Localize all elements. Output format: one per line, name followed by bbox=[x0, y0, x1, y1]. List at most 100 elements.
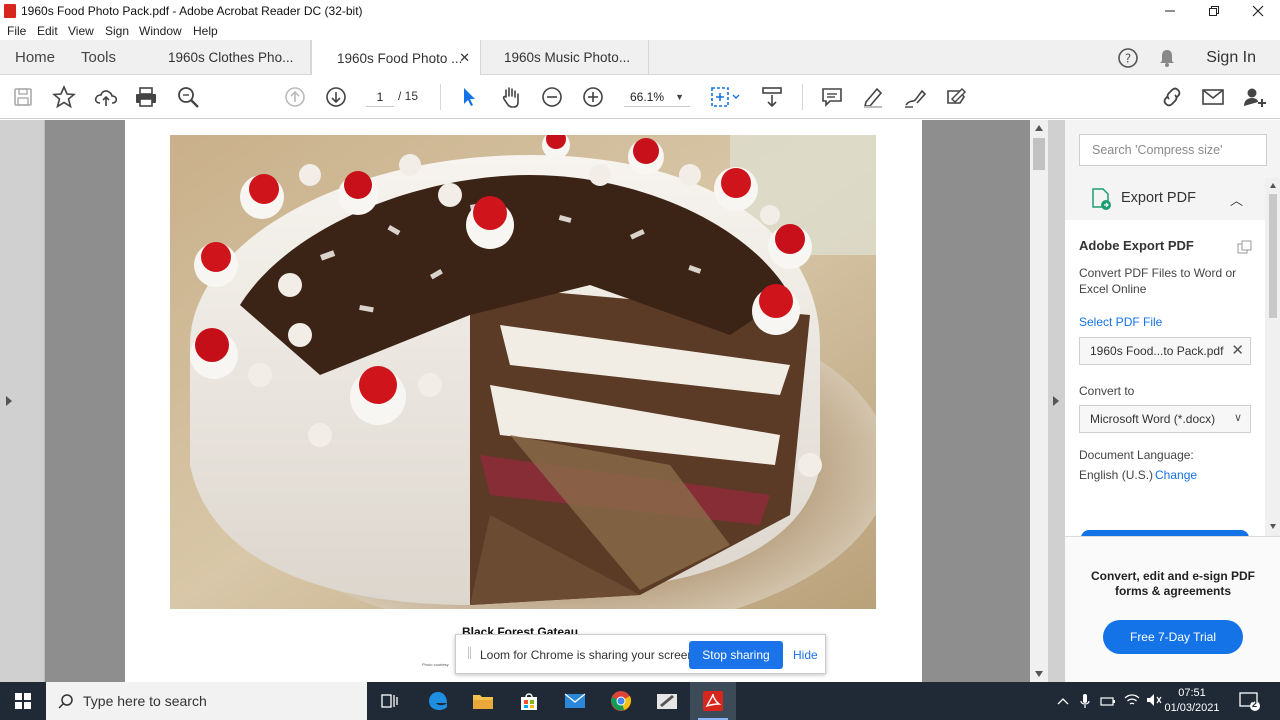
scroll-up-icon[interactable] bbox=[1269, 182, 1277, 190]
select-cursor-icon[interactable] bbox=[457, 85, 481, 109]
system-clock[interactable]: 07:51 01/03/2021 bbox=[1158, 686, 1226, 716]
edge-browser-icon[interactable] bbox=[415, 682, 461, 720]
toolbar-divider bbox=[440, 84, 441, 110]
scroll-up-icon[interactable] bbox=[1034, 124, 1044, 132]
file-explorer-icon[interactable] bbox=[460, 682, 506, 720]
export-pdf-header[interactable]: Export PDF ︿ bbox=[1065, 178, 1265, 218]
scroll-mode-icon[interactable] bbox=[760, 85, 784, 109]
sign-pen-icon[interactable] bbox=[902, 85, 926, 109]
loom-sharing-bar: ║ Loom for Chrome is sharing your screen… bbox=[455, 634, 826, 674]
chevron-up-icon[interactable]: ︿ bbox=[1230, 190, 1243, 209]
chevron-down-icon: ▼ bbox=[675, 92, 684, 102]
print-icon[interactable] bbox=[134, 85, 158, 109]
left-panel-toggle[interactable] bbox=[0, 120, 45, 682]
menu-file[interactable]: File bbox=[7, 24, 26, 38]
stop-sharing-button[interactable]: Stop sharing bbox=[689, 641, 783, 669]
convert-to-label: Convert to bbox=[1079, 384, 1135, 398]
share-link-icon[interactable] bbox=[1159, 85, 1183, 109]
wifi-icon[interactable] bbox=[1124, 693, 1140, 707]
remove-file-icon[interactable]: ✕ bbox=[1231, 341, 1244, 359]
highlight-pen-icon[interactable] bbox=[861, 85, 885, 109]
doc-tab-label: 1960s Music Photo... bbox=[504, 50, 631, 65]
fill-sign-icon[interactable] bbox=[944, 85, 968, 109]
hide-link[interactable]: Hide bbox=[793, 648, 818, 662]
menu-view[interactable]: View bbox=[68, 24, 94, 38]
previous-page-icon[interactable] bbox=[283, 85, 307, 109]
drag-handle-icon[interactable]: ║ bbox=[466, 648, 473, 659]
upload-cloud-icon[interactable] bbox=[93, 85, 117, 109]
scrollbar-thumb[interactable] bbox=[1033, 138, 1045, 170]
menu-window[interactable]: Window bbox=[139, 24, 182, 38]
hand-tool-icon[interactable] bbox=[499, 85, 523, 109]
clock-time: 07:51 bbox=[1178, 687, 1206, 699]
scroll-down-icon[interactable] bbox=[1269, 522, 1277, 530]
panel-description: Convert PDF Files to Word or Excel Onlin… bbox=[1079, 266, 1237, 296]
search-icon bbox=[58, 694, 73, 709]
tools-pane: Search 'Compress size' Export PDF ︿ Adob… bbox=[1064, 120, 1280, 682]
export-pdf-label: Export PDF bbox=[1121, 190, 1196, 206]
doc-tab-food[interactable]: 1960s Food Photo ... ✕ bbox=[311, 40, 481, 76]
notification-bell-icon[interactable] bbox=[1158, 48, 1176, 68]
store-icon[interactable] bbox=[506, 682, 552, 720]
loom-message: Loom for Chrome is sharing your screen. bbox=[480, 648, 698, 662]
restore-button[interactable] bbox=[1192, 0, 1236, 22]
export-pdf-icon bbox=[1092, 188, 1111, 210]
menu-sign[interactable]: Sign bbox=[105, 24, 129, 38]
comment-icon[interactable] bbox=[820, 85, 844, 109]
selected-file-field[interactable]: 1960s Food...to Pack.pdf ✕ bbox=[1079, 337, 1251, 365]
panel-scrollbar[interactable] bbox=[1265, 178, 1280, 536]
doc-tab-clothes[interactable]: 1960s Clothes Pho... bbox=[154, 40, 311, 75]
tab-home[interactable]: Home bbox=[15, 49, 55, 66]
tools-search-input[interactable]: Search 'Compress size' bbox=[1079, 134, 1267, 166]
tab-tools[interactable]: Tools bbox=[81, 49, 116, 66]
panel-title: Adobe Export PDF bbox=[1079, 238, 1194, 253]
window-title: 1960s Food Photo Pack.pdf - Adobe Acroba… bbox=[21, 4, 363, 18]
app-sign-icon[interactable] bbox=[644, 682, 690, 720]
zoom-level-select[interactable]: 66.1% ▼ bbox=[624, 87, 690, 107]
select-pdf-file-link[interactable]: Select PDF File bbox=[1079, 315, 1162, 329]
save-icon[interactable] bbox=[11, 85, 35, 109]
close-window-button[interactable] bbox=[1236, 0, 1280, 22]
zoom-in-icon[interactable] bbox=[581, 85, 605, 109]
bookmark-star-icon[interactable] bbox=[52, 85, 76, 109]
change-language-link[interactable]: Change bbox=[1155, 468, 1197, 482]
acrobat-taskbar-icon[interactable] bbox=[690, 682, 736, 720]
taskbar-search[interactable]: Type here to search bbox=[46, 682, 367, 720]
zoom-search-icon[interactable] bbox=[176, 85, 200, 109]
taskbar: Type here to search 07:51 01/03/2021 2 bbox=[0, 682, 1280, 720]
scrollbar-thumb[interactable] bbox=[1269, 194, 1277, 318]
zoom-out-icon[interactable] bbox=[540, 85, 564, 109]
battery-icon[interactable] bbox=[1100, 694, 1116, 708]
clock-date: 01/03/2021 bbox=[1164, 702, 1220, 714]
document-scrollbar[interactable] bbox=[1030, 120, 1048, 682]
action-center-icon[interactable]: 2 bbox=[1238, 690, 1260, 712]
chrome-icon[interactable] bbox=[598, 682, 644, 720]
scroll-down-icon[interactable] bbox=[1034, 670, 1044, 678]
photo-credit: Photo courtesy bbox=[422, 662, 449, 667]
email-icon[interactable] bbox=[1201, 85, 1225, 109]
sign-in-link[interactable]: Sign In bbox=[1206, 49, 1256, 67]
selected-file-name: 1960s Food...to Pack.pdf bbox=[1090, 344, 1224, 358]
mail-icon[interactable] bbox=[552, 682, 598, 720]
close-tab-icon[interactable]: ✕ bbox=[459, 50, 470, 66]
free-trial-button[interactable]: Free 7-Day Trial bbox=[1103, 620, 1243, 654]
add-user-icon[interactable] bbox=[1242, 85, 1266, 109]
next-page-icon[interactable] bbox=[324, 85, 348, 109]
start-button[interactable] bbox=[0, 682, 46, 720]
task-view-icon[interactable] bbox=[367, 682, 413, 720]
help-icon[interactable]: ? bbox=[1117, 47, 1139, 69]
doc-tab-music[interactable]: 1960s Music Photo... bbox=[481, 40, 649, 75]
convert-to-select[interactable]: Microsoft Word (*.docx) ∨ bbox=[1079, 405, 1251, 433]
menu-help[interactable]: Help bbox=[193, 24, 218, 38]
tray-chevron-up-icon[interactable] bbox=[1057, 696, 1069, 706]
copy-icon[interactable] bbox=[1237, 240, 1253, 254]
minimize-button[interactable] bbox=[1148, 0, 1192, 22]
menu-edit[interactable]: Edit bbox=[37, 24, 58, 38]
page-number-input[interactable]: 1 bbox=[366, 87, 394, 107]
fit-page-icon[interactable] bbox=[708, 85, 742, 109]
restore-icon bbox=[1209, 6, 1219, 16]
tab-bar: Home Tools 1960s Clothes Pho... 1960s Fo… bbox=[0, 40, 1280, 76]
upsell-footer: Convert, edit and e-sign PDF forms & agr… bbox=[1065, 536, 1280, 682]
microphone-icon[interactable] bbox=[1080, 693, 1090, 709]
right-panel-toggle[interactable] bbox=[1048, 120, 1064, 682]
